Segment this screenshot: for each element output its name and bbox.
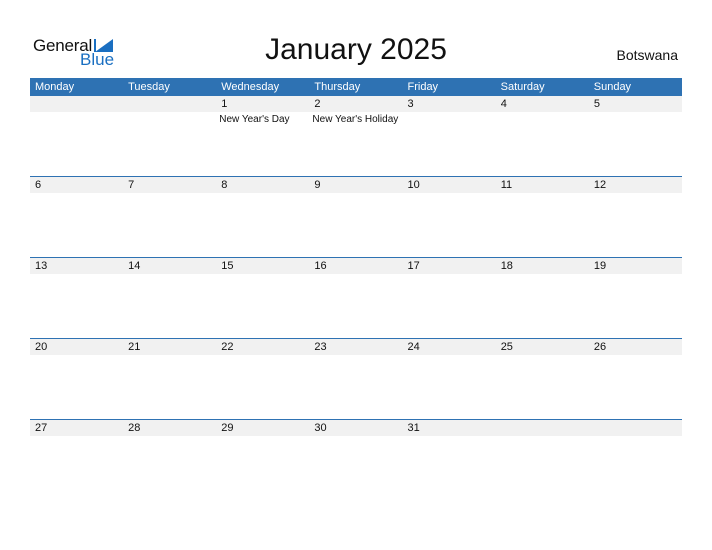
day-cell: 4 — [496, 96, 589, 177]
day-number: 12 — [593, 179, 607, 191]
day-number: 14 — [128, 260, 141, 272]
day-number: 13 — [35, 260, 48, 272]
day-number: 28 — [128, 422, 141, 434]
day-number: 20 — [35, 341, 48, 353]
day-cell: 26 — [589, 339, 682, 420]
day-cell: 25 — [496, 339, 589, 420]
day-number: 10 — [407, 179, 420, 191]
day-cell — [30, 96, 123, 177]
day-cell: 16 — [309, 258, 402, 339]
day-cell: 17 — [403, 258, 496, 339]
day-cell: 22 — [216, 339, 309, 420]
day-number: 8 — [221, 179, 228, 191]
day-cell: 5 — [589, 96, 682, 177]
day-number: 11 — [500, 179, 513, 191]
day-number: 23 — [314, 341, 327, 353]
country-label: Botswana — [616, 47, 678, 63]
day-number: 30 — [314, 422, 327, 434]
day-cell: 2 New Year's Holiday — [309, 96, 402, 177]
day-cell: 30 — [309, 420, 402, 501]
weekday-tuesday: Tuesday — [128, 81, 170, 93]
day-number: 22 — [221, 341, 234, 353]
day-number: 5 — [593, 98, 600, 110]
day-cell: 18 — [496, 258, 589, 339]
holiday-label: New Year's Holiday — [312, 114, 399, 125]
day-number: 9 — [314, 179, 321, 191]
day-number: 25 — [500, 341, 513, 353]
day-cell: 24 — [403, 339, 496, 420]
weekday-thursday: Thursday — [314, 81, 361, 93]
week-row: 20 21 22 23 24 25 26 — [30, 338, 682, 420]
day-number: 15 — [221, 260, 234, 272]
day-number: 19 — [593, 260, 607, 272]
day-cell: 29 — [216, 420, 309, 501]
day-cell: 15 — [216, 258, 309, 339]
day-number: 29 — [221, 422, 234, 434]
day-number: 1 — [221, 98, 228, 110]
day-cell: 20 — [30, 339, 123, 420]
day-cell: 10 — [403, 177, 496, 258]
holiday-label: New Year's Day — [219, 114, 290, 125]
day-cell: 19 — [589, 258, 682, 339]
day-number: 26 — [593, 341, 607, 353]
day-cell: 14 — [123, 258, 216, 339]
weekday-saturday: Saturday — [500, 81, 545, 93]
week-row: 13 14 15 16 17 18 19 — [30, 257, 682, 339]
day-cell: 23 — [309, 339, 402, 420]
day-cell: 13 — [30, 258, 123, 339]
day-number: 3 — [407, 98, 414, 110]
weekday-monday: Monday — [35, 81, 75, 93]
day-number: 31 — [407, 422, 420, 434]
day-number: 4 — [500, 98, 507, 110]
day-cell: 28 — [123, 420, 216, 501]
day-cell: 27 — [30, 420, 123, 501]
weekday-wednesday: Wednesday — [221, 81, 280, 93]
day-number: 17 — [407, 260, 420, 272]
day-cell: 21 — [123, 339, 216, 420]
day-cell: 3 — [403, 96, 496, 177]
day-number: 24 — [407, 341, 420, 353]
day-cell: 11 — [496, 177, 589, 258]
day-cell: 31 — [403, 420, 496, 501]
day-cell — [123, 96, 216, 177]
day-cell: 6 — [30, 177, 123, 258]
day-number: 6 — [35, 179, 42, 191]
page-title: January 2025 — [265, 33, 447, 66]
day-number: 16 — [314, 260, 327, 272]
day-cell — [589, 420, 682, 501]
week-row: 6 7 8 9 10 11 12 — [30, 176, 682, 258]
day-cell: 12 — [589, 177, 682, 258]
weekday-sunday: Sunday — [593, 81, 632, 93]
weekday-header: Monday Tuesday Wednesday Thursday Friday… — [30, 78, 682, 96]
day-cell: 7 — [123, 177, 216, 258]
day-cell — [496, 420, 589, 501]
day-number: 27 — [35, 422, 48, 434]
day-cell: 9 — [309, 177, 402, 258]
day-number: 2 — [314, 98, 321, 110]
day-number: 21 — [128, 341, 141, 353]
day-number: 7 — [128, 179, 135, 191]
week-row: 1 New Year's Day 2 New Year's Holiday 3 4 5 — [30, 96, 682, 177]
weekday-friday: Friday — [407, 81, 439, 93]
day-cell: 8 — [216, 177, 309, 258]
week-row: 27 28 29 30 31 — [30, 419, 682, 501]
day-cell: 1 New Year's Day — [216, 96, 309, 177]
day-number: 18 — [500, 260, 513, 272]
